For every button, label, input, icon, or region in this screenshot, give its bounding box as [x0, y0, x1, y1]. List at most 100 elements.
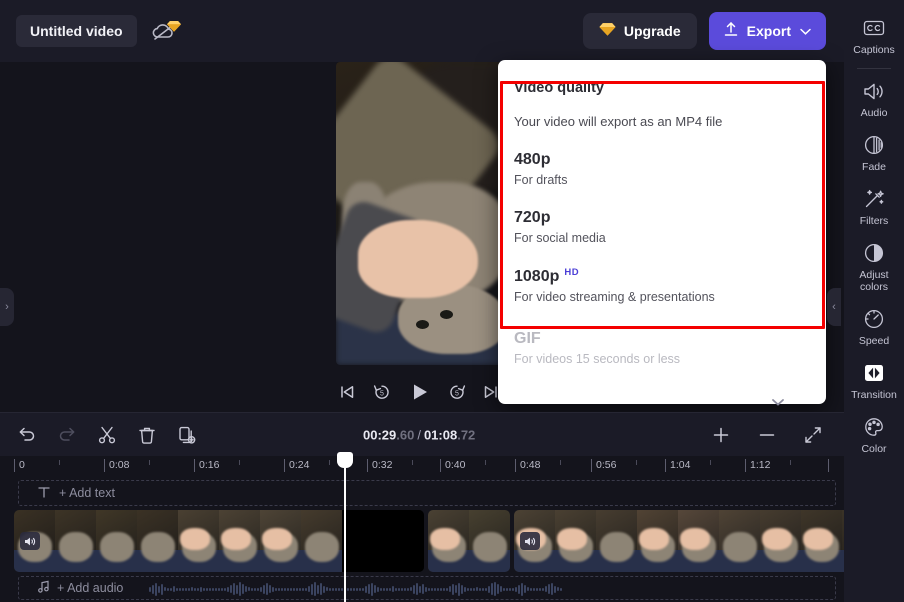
video-track: [14, 510, 844, 572]
timecode-display: 00:29.60/01:08.72: [363, 427, 475, 442]
sidebar-item-filters[interactable]: Filters: [844, 179, 904, 233]
timeline-zoom-controls: [706, 420, 844, 450]
undo-button[interactable]: [12, 420, 42, 450]
export-quality-dropdown[interactable]: Video quality Your video will export as …: [498, 60, 826, 404]
sidebar-item-label: Audio: [860, 107, 888, 119]
video-clip[interactable]: [14, 510, 424, 572]
playback-controls: 5 5: [336, 374, 502, 410]
sidebar-item-audio[interactable]: Audio: [844, 71, 904, 125]
dropdown-subtitle: Your video will export as an MP4 file: [514, 114, 723, 129]
contrast-icon: [859, 240, 889, 266]
time-separator: /: [417, 427, 421, 442]
cloud-status[interactable]: [151, 16, 181, 46]
palette-icon: [859, 414, 889, 440]
quality-option-description: For social media: [514, 231, 606, 245]
total-time: 01:08: [423, 427, 458, 442]
audio-waveform: [149, 580, 562, 598]
video-preview[interactable]: [336, 62, 502, 365]
timeline-toolbar: 00:29.60/01:08.72: [0, 412, 844, 456]
chevron-right-icon: ›: [5, 301, 9, 313]
ruler-label: 1:12: [750, 459, 771, 471]
sidebar-item-speed[interactable]: Speed: [844, 299, 904, 353]
project-title[interactable]: Untitled video: [16, 15, 137, 47]
ruler-label: 0:32: [372, 459, 393, 471]
upgrade-label: Upgrade: [623, 23, 681, 39]
top-bar-actions: Upgrade Export: [582, 12, 844, 50]
add-text-label: + Add text: [59, 486, 115, 500]
quality-option-description: For videos 15 seconds or less: [514, 352, 681, 367]
svg-text:5: 5: [380, 390, 384, 397]
ruler-label: 0:08: [109, 459, 130, 471]
timeline-tool-buttons: [12, 420, 202, 450]
top-bar: Untitled video Upgrade Export: [0, 0, 844, 62]
quality-option-1080p[interactable]: 1080p HD For video streaming & presentati…: [514, 267, 810, 304]
ruler-label: 0: [19, 459, 25, 471]
sidebar-item-label: Color: [861, 443, 887, 455]
transition-icon: [859, 360, 889, 386]
zoom-out-button[interactable]: [752, 420, 782, 450]
add-text-track[interactable]: + Add text: [18, 480, 836, 506]
zoom-in-button[interactable]: [706, 420, 736, 450]
add-audio-label: + Add audio: [57, 581, 124, 595]
upgrade-button[interactable]: Upgrade: [582, 13, 697, 49]
fit-to-screen-button[interactable]: [798, 420, 828, 450]
sidebar-item-color[interactable]: Color: [844, 407, 904, 461]
right-panel-collapse-handle[interactable]: ‹: [827, 288, 841, 326]
ruler-label: 0:48: [520, 459, 541, 471]
sidebar-item-label: Captions: [853, 44, 895, 56]
magic-wand-icon: [859, 186, 889, 212]
music-note-icon: [37, 580, 50, 596]
play-button[interactable]: [405, 378, 433, 406]
chevron-down-icon: [799, 23, 812, 39]
gem-icon: [599, 22, 616, 40]
clip-audio-icon[interactable]: [20, 532, 40, 550]
chevron-left-icon: ‹: [832, 301, 836, 313]
quality-option-720p[interactable]: 720p For social media: [514, 209, 810, 245]
export-button[interactable]: Export: [708, 12, 826, 50]
quality-option-gif: GIF For videos 15 seconds or less: [514, 330, 810, 366]
sidebar-item-captions[interactable]: Captions: [844, 8, 904, 62]
speedometer-icon: [859, 306, 889, 332]
quality-option-480p[interactable]: 480p For drafts: [514, 151, 810, 187]
ruler-label: 0:56: [596, 459, 617, 471]
quality-option-label: 1080p: [514, 268, 560, 286]
duplicate-button[interactable]: [172, 420, 202, 450]
timeline-ruler[interactable]: 0 0:08 0:16 0:24 0:32 0:40 0:48 0:56 1:0…: [0, 456, 844, 478]
split-button[interactable]: [92, 420, 122, 450]
hd-badge: HD: [564, 267, 580, 278]
skip-to-start-button[interactable]: [336, 381, 358, 403]
left-panel-expand-handle[interactable]: ›: [0, 288, 14, 326]
sidebar-item-label: Fade: [862, 161, 886, 173]
quality-option-description: For video streaming & presentations: [514, 290, 715, 305]
sidebar-item-label: Speed: [858, 335, 890, 347]
upload-icon: [723, 21, 739, 41]
sidebar-item-fade[interactable]: Fade: [844, 125, 904, 179]
export-label: Export: [746, 23, 791, 39]
clip-audio-icon[interactable]: [520, 532, 540, 550]
text-icon: [37, 485, 51, 502]
quality-option-label: GIF: [514, 330, 541, 348]
add-audio-track[interactable]: + Add audio: [18, 576, 836, 600]
quality-option-label: 480p: [514, 151, 551, 168]
ruler-label: 0:24: [289, 459, 310, 471]
ruler-label: 0:40: [445, 459, 466, 471]
current-time: 00:29: [363, 427, 397, 442]
total-time-frac: .72: [457, 427, 476, 442]
forward-5s-button[interactable]: 5: [445, 380, 469, 404]
clipchamp-video-editor: Untitled video Upgrade Export › 5 5 Vide…: [0, 0, 904, 602]
video-clip[interactable]: [514, 510, 844, 572]
sidebar-item-transition[interactable]: Transition: [844, 353, 904, 407]
fade-icon: [859, 132, 889, 158]
dropdown-scroll-down-icon[interactable]: [770, 396, 786, 410]
redo-button[interactable]: [52, 420, 82, 450]
svg-text:5: 5: [455, 390, 459, 397]
rewind-5s-button[interactable]: 5: [370, 380, 394, 404]
sidebar-item-adjust-colors[interactable]: Adjust colors: [844, 233, 904, 299]
quality-option-description: For drafts: [514, 173, 568, 187]
sidebar-item-label: Transition: [851, 389, 897, 401]
closed-caption-icon: [859, 15, 889, 41]
ruler-label: 0:16: [199, 459, 220, 471]
right-sidebar: Captions Audio Fade Filters Adjust color…: [844, 0, 904, 602]
video-clip[interactable]: [428, 510, 510, 572]
delete-button[interactable]: [132, 420, 162, 450]
